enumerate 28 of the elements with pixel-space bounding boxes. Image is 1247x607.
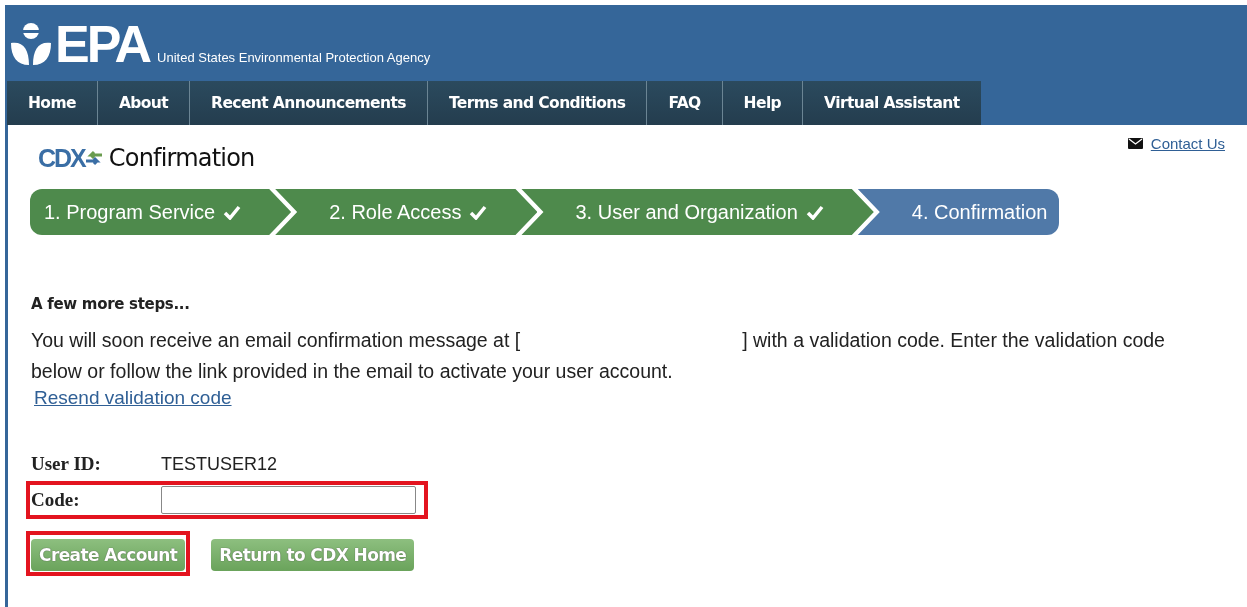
- agency-name: United States Environmental Protection Agency: [157, 50, 431, 67]
- check-icon: [805, 204, 824, 220]
- code-label: Code:: [31, 489, 81, 511]
- page-title: Confirmation: [108, 144, 255, 172]
- nav-tab[interactable]: Recent Announcements: [190, 81, 428, 125]
- progress-step: 3. User and Organization: [521, 189, 874, 235]
- user-id-value: TESTUSER12: [161, 453, 278, 475]
- section-heading: A few more steps...: [31, 295, 191, 313]
- nav-tab[interactable]: Home: [7, 81, 98, 125]
- nav-tab[interactable]: Virtual Assistant: [803, 81, 981, 125]
- envelope-icon: [1127, 138, 1143, 149]
- flower-icon: [9, 21, 53, 67]
- contact-link[interactable]: Contact Us: [1150, 135, 1225, 152]
- check-icon: [223, 204, 242, 220]
- progress-step: 4. Confirmation: [857, 189, 1060, 235]
- cdx-logo-text: CDX: [38, 143, 85, 173]
- nav-tab[interactable]: FAQ: [647, 81, 723, 125]
- check-icon: [469, 204, 488, 220]
- progress-step: 1. Program Service: [30, 189, 292, 235]
- nav-tab[interactable]: Terms and Conditions: [427, 81, 648, 125]
- message-text: You will soon receive an email confirmation message at [ ] with a validation code. Enter the validation code below or follow the link provided in the email to activate your user account.: [31, 328, 1166, 384]
- progress-step: 2. Role Access: [275, 189, 538, 235]
- user-id-label: User ID:: [31, 453, 102, 475]
- nav-tab[interactable]: Help: [722, 81, 804, 125]
- logo-text: EPA: [55, 21, 150, 67]
- nav-tab[interactable]: About: [97, 81, 191, 125]
- resend-link[interactable]: Resend validation code: [34, 387, 232, 409]
- code-field[interactable]: [161, 486, 416, 514]
